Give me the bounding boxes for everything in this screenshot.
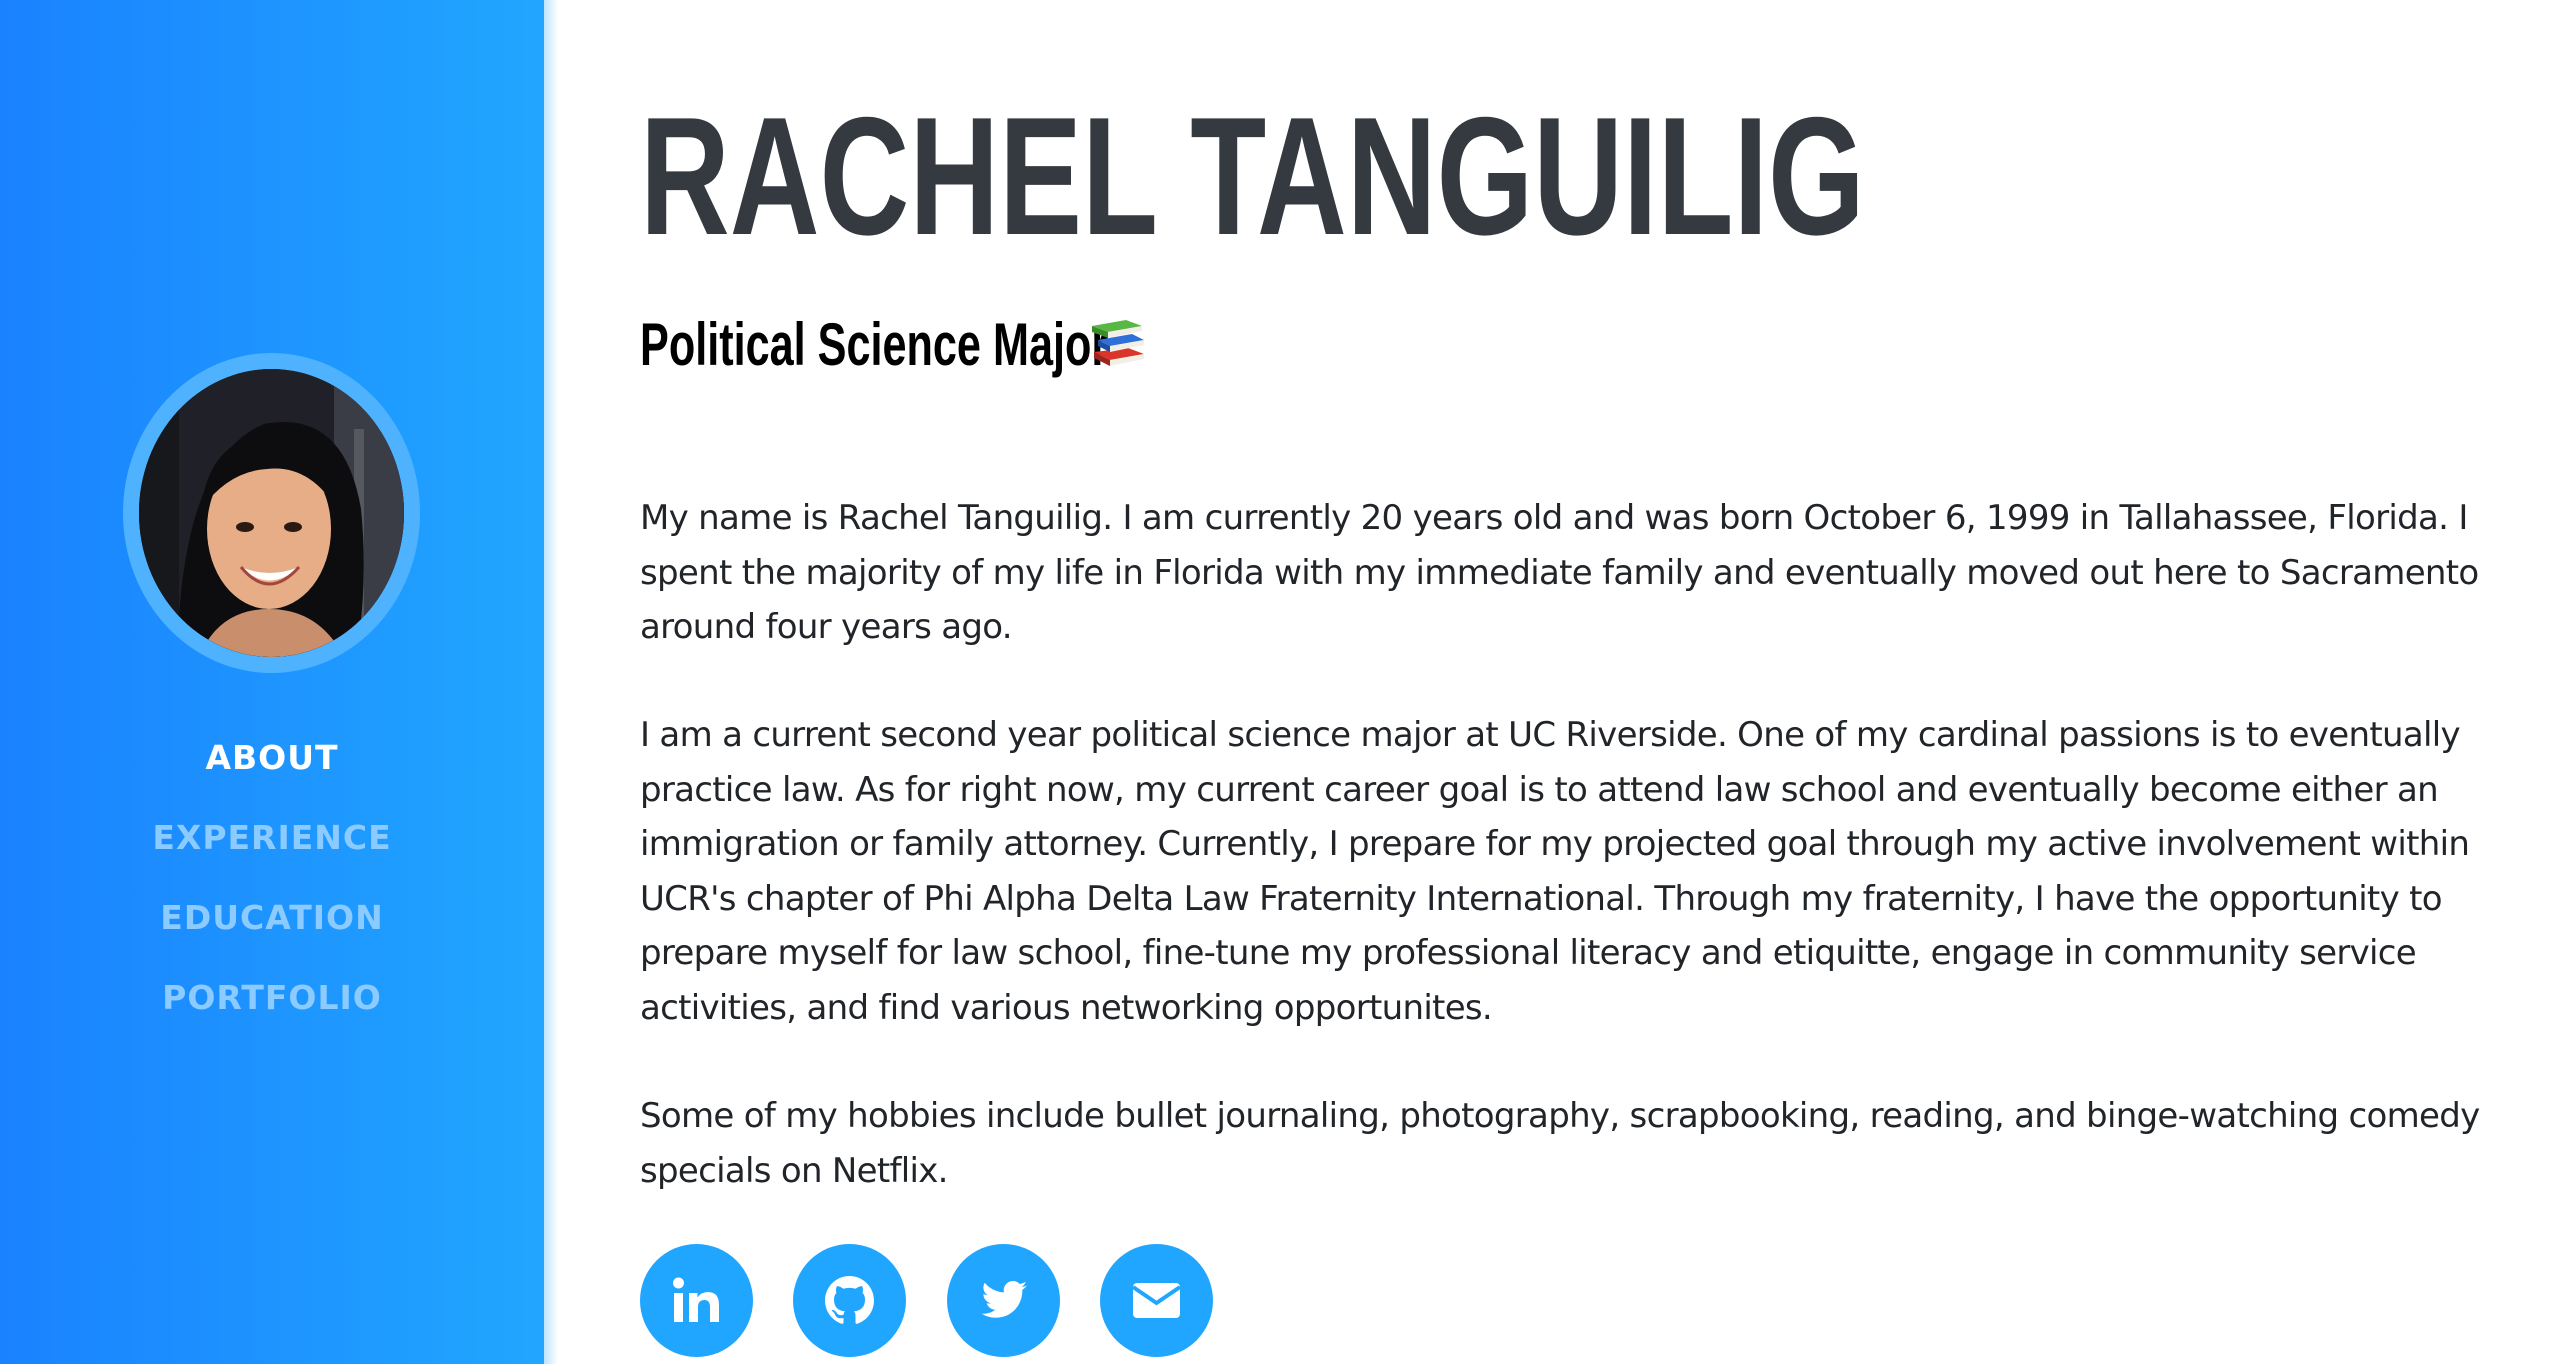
subtitle: Political Science Major bbox=[640, 311, 1109, 378]
linkedin-button[interactable] bbox=[640, 1244, 753, 1357]
about-paragraph: Some of my hobbies include bullet journa… bbox=[640, 1096, 2480, 1191]
books-icon bbox=[1092, 320, 1144, 366]
avatar-ring bbox=[123, 353, 420, 673]
nav-item-about[interactable]: ABOUT bbox=[0, 718, 544, 798]
twitter-button[interactable] bbox=[947, 1244, 1060, 1357]
email-button[interactable] bbox=[1100, 1244, 1213, 1357]
about-paragraph: I am a current second year political sci… bbox=[640, 715, 2470, 1028]
sidebar-nav: ABOUT EXPERIENCE EDUCATION PORTFOLIO bbox=[0, 718, 544, 1038]
github-button[interactable] bbox=[793, 1244, 906, 1357]
nav-item-education[interactable]: EDUCATION bbox=[0, 878, 544, 958]
profile-photo bbox=[139, 369, 404, 657]
twitter-icon bbox=[981, 1281, 1027, 1318]
sidebar: ABOUT EXPERIENCE EDUCATION PORTFOLIO bbox=[0, 0, 544, 1364]
sidebar-shadow bbox=[544, 0, 558, 1364]
linkedin-icon bbox=[673, 1277, 719, 1322]
about-paragraph: My name is Rachel Tanguilig. I am curren… bbox=[640, 498, 2479, 647]
nav-item-portfolio[interactable]: PORTFOLIO bbox=[0, 958, 544, 1038]
page-title: RACHEL TANGUILIG bbox=[640, 82, 1865, 270]
envelope-icon bbox=[1131, 1283, 1182, 1318]
avatar bbox=[139, 369, 404, 657]
github-icon bbox=[825, 1276, 874, 1324]
nav-item-experience[interactable]: EXPERIENCE bbox=[0, 798, 544, 878]
